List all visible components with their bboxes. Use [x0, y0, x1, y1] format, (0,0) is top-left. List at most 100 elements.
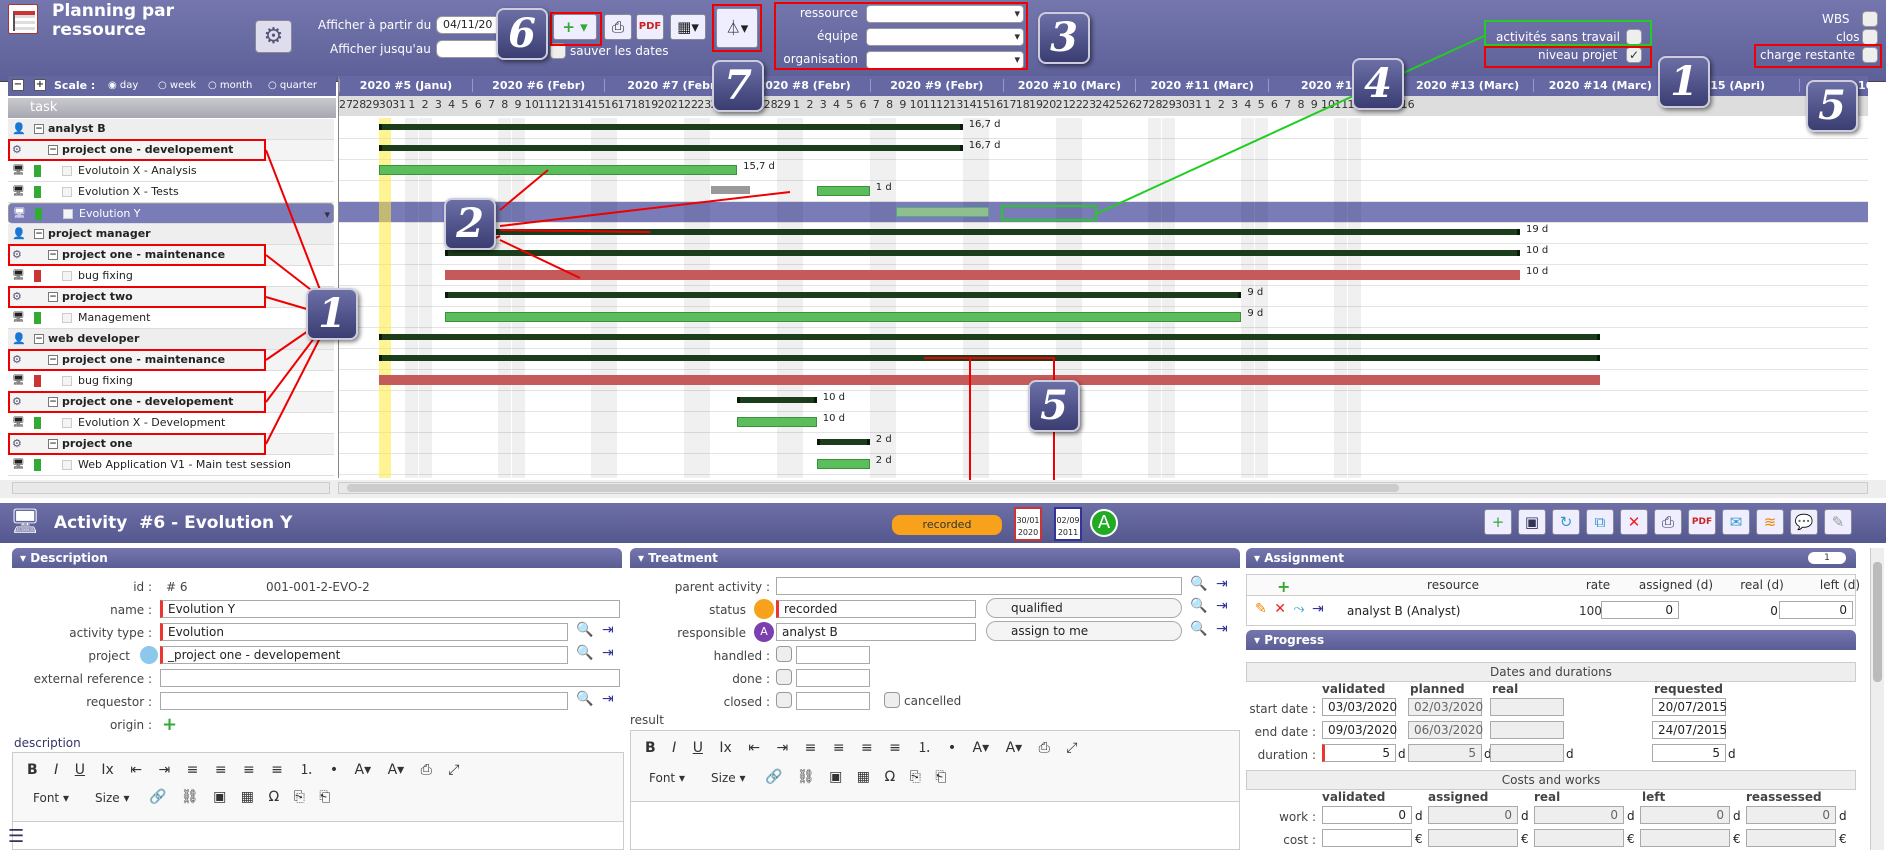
- delete-icon[interactable]: ✕: [1620, 509, 1648, 535]
- settings-gear-icon[interactable]: ⚙: [255, 20, 292, 53]
- handled-date[interactable]: [796, 646, 870, 664]
- responsible-select[interactable]: analyst B: [776, 623, 976, 641]
- goto-icon[interactable]: ⇥: [1216, 598, 1228, 614]
- progress-section-header[interactable]: ▾ Progress: [1246, 630, 1856, 650]
- gantt-bar[interactable]: [378, 165, 738, 175]
- font-dropdown[interactable]: Font ▾: [649, 771, 685, 785]
- gantt-bar[interactable]: [445, 292, 1242, 298]
- assign-to-me-button[interactable]: assign to me: [986, 621, 1182, 641]
- columns-icon[interactable]: ▦▾: [670, 14, 706, 40]
- gantt-bar[interactable]: [378, 334, 1600, 340]
- activity-row[interactable]: 🖥 Evolutoin X - Analysis: [8, 161, 334, 182]
- end-requested-input[interactable]: 24/07/2015: [1652, 721, 1727, 739]
- scale-month-radio[interactable]: ○ month: [208, 80, 252, 91]
- search-icon[interactable]: 🔍: [576, 622, 593, 638]
- end-validated-input[interactable]: 09/03/2020: [1322, 721, 1397, 739]
- closed-checkbox[interactable]: [776, 692, 792, 708]
- gantt-bar[interactable]: [737, 397, 817, 403]
- row-actions[interactable]: ✎ ✕ ⤳ ⇥: [1255, 601, 1324, 617]
- done-date[interactable]: [796, 669, 870, 687]
- project-select[interactable]: _project one - developement: [160, 646, 568, 664]
- pdf-icon[interactable]: PDF: [636, 14, 664, 40]
- assignment-assigned[interactable]: 0: [1601, 601, 1679, 619]
- resource-row[interactable]: 👤 − analyst B: [8, 119, 334, 140]
- gantt-bar[interactable]: [445, 229, 1521, 235]
- gantt-bar[interactable]: [445, 250, 1521, 256]
- assignment-section-header[interactable]: ▾ Assignment: [1246, 548, 1856, 568]
- rss-icon[interactable]: ≋: [1756, 509, 1784, 535]
- external-reference-input[interactable]: [160, 669, 620, 687]
- assignment-left[interactable]: 0: [1779, 601, 1853, 619]
- pdf-icon[interactable]: PDF: [1688, 509, 1716, 535]
- save-icon[interactable]: ▣: [1518, 509, 1546, 535]
- editor-toolbar-row1[interactable]: B I U Ix ⇤ ⇥ ≡ ≡ ≡ ≡ ⒈ • A▾ A▾ ⎙ ⤢: [27, 759, 460, 779]
- goto-icon[interactable]: ⇥: [602, 622, 614, 638]
- search-icon[interactable]: 🔍: [1190, 576, 1207, 592]
- activity-row[interactable]: 🖥 Web Application V1 - Main test session: [8, 455, 334, 476]
- cost-validated-field[interactable]: [1322, 829, 1412, 847]
- new-icon[interactable]: +: [1484, 509, 1512, 535]
- print-icon[interactable]: ⎙: [604, 14, 632, 40]
- add-assignment-icon[interactable]: +: [1277, 577, 1290, 596]
- activity-row[interactable]: 🖥 Management: [8, 308, 334, 329]
- copy-icon[interactable]: ⧉: [1586, 509, 1614, 535]
- duration-validated-input[interactable]: 5: [1322, 744, 1396, 762]
- gantt-bar[interactable]: [378, 124, 963, 130]
- goto-icon[interactable]: ⇥: [602, 691, 614, 707]
- activity-row[interactable]: 🖥 bug fixing: [8, 266, 334, 287]
- task-list-scrollbar[interactable]: [12, 482, 330, 494]
- activity-row[interactable]: 🖥 bug fixing: [8, 371, 334, 392]
- parent-activity-select[interactable]: [776, 577, 1182, 595]
- collapse-toggle-icon[interactable]: −: [34, 334, 44, 344]
- scale-week-radio[interactable]: ○ week: [158, 80, 196, 91]
- gantt-bar[interactable]: [445, 312, 1242, 322]
- scale-day-radio[interactable]: ◉ day: [108, 80, 138, 91]
- gantt-bar[interactable]: [378, 355, 1600, 361]
- collapse-toggle-icon[interactable]: −: [34, 229, 44, 239]
- comment-icon[interactable]: 💬: [1790, 509, 1818, 535]
- add-origin-icon[interactable]: +: [162, 714, 177, 735]
- split-handle[interactable]: [0, 480, 1886, 498]
- gantt-bar[interactable]: [816, 459, 870, 469]
- gantt-bar[interactable]: [737, 417, 817, 427]
- print-icon[interactable]: ⎙: [1654, 509, 1682, 535]
- gantt-bar[interactable]: [710, 186, 751, 194]
- task-column-header[interactable]: task: [8, 98, 336, 118]
- treatment-section-header[interactable]: ▾ Treatment: [630, 548, 1240, 568]
- start-requested-input[interactable]: 20/07/2015: [1652, 698, 1727, 716]
- gantt-bar[interactable]: [816, 186, 870, 196]
- editor-toolbar-row2[interactable]: 🔗 ⛓ ▣ ▦ Ω ⎘ ⎗: [149, 789, 330, 805]
- search-icon[interactable]: 🔍: [576, 691, 593, 707]
- resource-row[interactable]: 👤 − project manager: [8, 224, 334, 245]
- done-checkbox[interactable]: [776, 669, 792, 685]
- qualified-button[interactable]: qualified: [986, 598, 1182, 618]
- gantt-bar[interactable]: [378, 145, 963, 151]
- font-dropdown[interactable]: Font ▾: [33, 791, 69, 805]
- goto-icon[interactable]: ⇥: [1216, 576, 1228, 592]
- search-icon[interactable]: 🔍: [1190, 598, 1207, 614]
- goto-icon[interactable]: ⇥: [602, 645, 614, 661]
- edit-icon[interactable]: ✎: [1824, 509, 1852, 535]
- gantt-bar[interactable]: [445, 270, 1521, 280]
- description-section-header[interactable]: ▾ Description: [12, 548, 622, 568]
- work-validated-field[interactable]: 0: [1322, 806, 1412, 824]
- activity-type-select[interactable]: Evolution: [160, 623, 568, 641]
- name-input[interactable]: Evolution Y: [160, 600, 620, 618]
- status-select[interactable]: recorded: [776, 600, 976, 618]
- expand-all-icon[interactable]: +: [34, 79, 46, 91]
- cancelled-checkbox[interactable]: [884, 692, 900, 708]
- gantt-bar[interactable]: [378, 375, 1600, 385]
- detail-scrollbar[interactable]: [1870, 548, 1884, 850]
- duration-requested-input[interactable]: 5: [1652, 744, 1726, 762]
- size-dropdown[interactable]: Size ▾: [711, 771, 745, 785]
- collapse-toggle-icon[interactable]: −: [34, 124, 44, 134]
- collapse-all-icon[interactable]: −: [12, 79, 24, 91]
- result-editor[interactable]: B I U Ix ⇤ ⇥ ≡ ≡ ≡ ≡ ⒈ • A▾ A▾ ⎙ ⤢ Font …: [630, 730, 1240, 850]
- wbs-checkbox[interactable]: [1862, 11, 1878, 27]
- activity-row[interactable]: 🖥 Evolution X - Tests: [8, 182, 334, 203]
- resource-row[interactable]: 👤 − web developer: [8, 329, 334, 350]
- clos-checkbox[interactable]: [1862, 29, 1878, 45]
- handled-checkbox[interactable]: [776, 646, 792, 662]
- size-dropdown[interactable]: Size ▾: [95, 791, 129, 805]
- search-icon[interactable]: 🔍: [576, 645, 593, 661]
